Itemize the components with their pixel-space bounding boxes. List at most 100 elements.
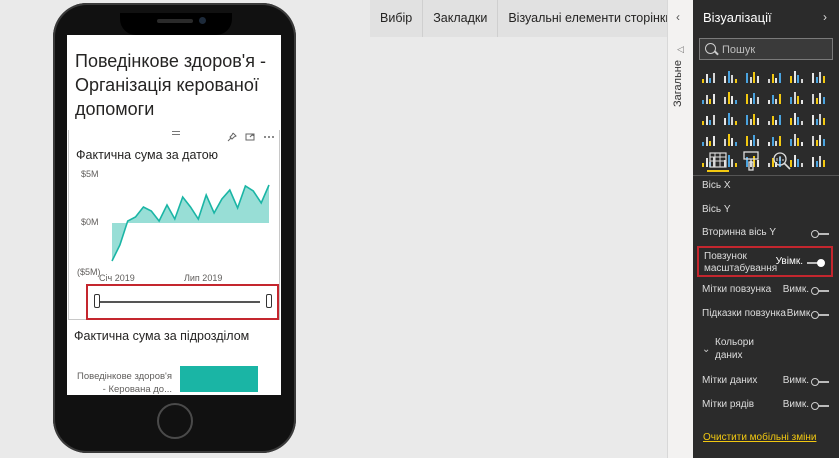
ribbon-chart-icon[interactable] (811, 91, 825, 105)
search-input[interactable] (722, 42, 827, 58)
setting-y-axis[interactable]: Вісь Y (693, 201, 839, 221)
icon-glyph-bar (822, 76, 825, 83)
clustered-column-icon[interactable] (767, 70, 781, 84)
toggle-switch[interactable] (811, 402, 829, 410)
toggle-switch[interactable] (811, 287, 829, 295)
icon-glyph-bar (771, 116, 774, 125)
stacked-area-icon[interactable] (745, 91, 759, 105)
multirow-card-icon[interactable] (789, 133, 803, 147)
icon-glyph-bar (753, 72, 755, 83)
pie-icon[interactable] (745, 112, 759, 126)
map-icon[interactable] (811, 112, 825, 126)
setting-label: Мітки рядів (702, 399, 755, 410)
setting-data-labels[interactable]: Мітки даних Вимк. (693, 372, 839, 392)
fields-tab-icon[interactable] (707, 150, 729, 172)
funnel-icon[interactable] (723, 133, 737, 147)
icon-glyph-bar (819, 93, 821, 104)
setting-slider-labels[interactable]: Мітки повзунка Вимк. (693, 281, 839, 301)
analytics-icon[interactable] (771, 150, 793, 172)
phone-home-button (157, 403, 193, 439)
stacked-column-icon[interactable] (723, 70, 737, 84)
bar-mark[interactable] (180, 366, 258, 392)
toggle-state: Вимк. (782, 284, 809, 295)
icon-glyph-bar (746, 73, 748, 83)
icon-glyph-bar (712, 115, 715, 125)
icon-glyph-bar (702, 79, 704, 83)
area-chart-icon[interactable] (723, 91, 737, 105)
chevron-right-icon[interactable]: › (823, 10, 827, 24)
scatter-icon[interactable] (723, 112, 737, 126)
focus-mode-icon[interactable] (245, 132, 255, 145)
strip-label[interactable]: Загальне (672, 60, 684, 107)
pin-icon[interactable] (227, 132, 237, 145)
section-data-colors[interactable]: ⌄ Кольори даних (693, 336, 839, 364)
donut-icon[interactable] (767, 112, 781, 126)
filters-strip[interactable]: ‹ ◁ Загальне (667, 0, 693, 458)
tab-bookmarks[interactable]: Закладки (423, 0, 499, 37)
kpi-icon[interactable] (811, 133, 825, 147)
line-clustered-column-icon[interactable] (789, 91, 803, 105)
icon-glyph-bar (746, 136, 748, 146)
icon-glyph-bar (731, 75, 733, 83)
toggle-switch[interactable] (807, 259, 825, 267)
label-line: масштабування (704, 263, 778, 274)
setting-series-labels[interactable]: Мітки рядів Вимк. (693, 396, 839, 416)
line-area-visual[interactable]: Фактична сума за датою $5M $0M ($5M) Січ… (68, 130, 280, 320)
setting-zoom-slider[interactable]: Повзунок масштабування Увімк. (697, 246, 833, 277)
100-column-icon[interactable] (811, 70, 825, 84)
clustered-bar-icon[interactable] (745, 70, 759, 84)
setting-label: Вісь X (702, 180, 731, 191)
toggle-state: Вимк. (786, 308, 813, 319)
format-paint-icon[interactable] (740, 150, 762, 172)
zoom-slider-start-handle[interactable] (94, 294, 100, 308)
more-options-icon[interactable] (263, 132, 275, 145)
icon-glyph-bar (797, 117, 799, 125)
zoom-slider[interactable] (86, 284, 279, 320)
zoom-slider-track[interactable] (97, 301, 260, 303)
bar-label-line: Поведінкове здоров'я (77, 371, 172, 382)
setting-label: Вісь Y (702, 204, 731, 215)
icon-glyph-bar (724, 139, 726, 146)
toggle-switch[interactable] (811, 230, 829, 238)
icon-glyph-bar (727, 134, 730, 146)
icon-glyph-bar (778, 115, 781, 125)
100-bar-icon[interactable] (789, 70, 803, 84)
icon-glyph-bar (727, 113, 730, 125)
setting-x-axis[interactable]: Вісь X (693, 177, 839, 197)
icon-glyph-bar (793, 71, 796, 83)
icon-glyph-bar (771, 74, 774, 83)
icon-glyph-bar (731, 117, 733, 125)
icon-glyph-bar (819, 72, 821, 83)
card-icon[interactable] (767, 133, 781, 147)
reset-mobile-changes-link[interactable]: Очистити мобільні зміни (703, 432, 816, 443)
chevron-down-icon: ⌄ (702, 344, 711, 355)
waterfall-icon[interactable] (701, 112, 715, 126)
tab-selection[interactable]: Вибір (370, 0, 424, 37)
chevron-left-icon[interactable]: ‹ (676, 10, 680, 24)
treemap-icon[interactable] (789, 112, 803, 126)
setting-secondary-y-axis[interactable]: Вторинна вісь Y (693, 224, 839, 244)
line-chart-icon[interactable] (701, 91, 715, 105)
setting-slider-tooltips[interactable]: Підказки повзунка Вимк. (693, 305, 839, 325)
search-box[interactable] (699, 38, 833, 60)
stacked-bar-icon[interactable] (701, 70, 715, 84)
pane-title: Візуалізації (703, 10, 772, 25)
area-series[interactable] (111, 184, 270, 262)
y-tick-label: $5M (81, 169, 99, 179)
zoom-slider-end-handle[interactable] (266, 294, 272, 308)
gauge-icon[interactable] (745, 133, 759, 147)
tab-page-visuals[interactable]: Візуальні елементи сторінки (498, 0, 683, 37)
setting-label: Вторинна вісь Y (702, 227, 777, 238)
icon-glyph-bar (705, 74, 708, 83)
y-tick-label: $0M (81, 217, 99, 227)
filled-map-icon[interactable] (701, 133, 715, 147)
setting-label: Повзунок масштабування (704, 251, 777, 275)
toggle-switch[interactable] (811, 311, 829, 319)
x-tick-label: Лип 2019 (184, 273, 222, 282)
toggle-switch[interactable] (811, 378, 829, 386)
setting-label: Підказки повзунка (702, 308, 786, 319)
drag-grip-icon[interactable] (172, 131, 180, 135)
setting-label: Мітки даних (702, 375, 758, 386)
line-column-icon[interactable] (767, 91, 781, 105)
phone-camera (199, 17, 206, 24)
